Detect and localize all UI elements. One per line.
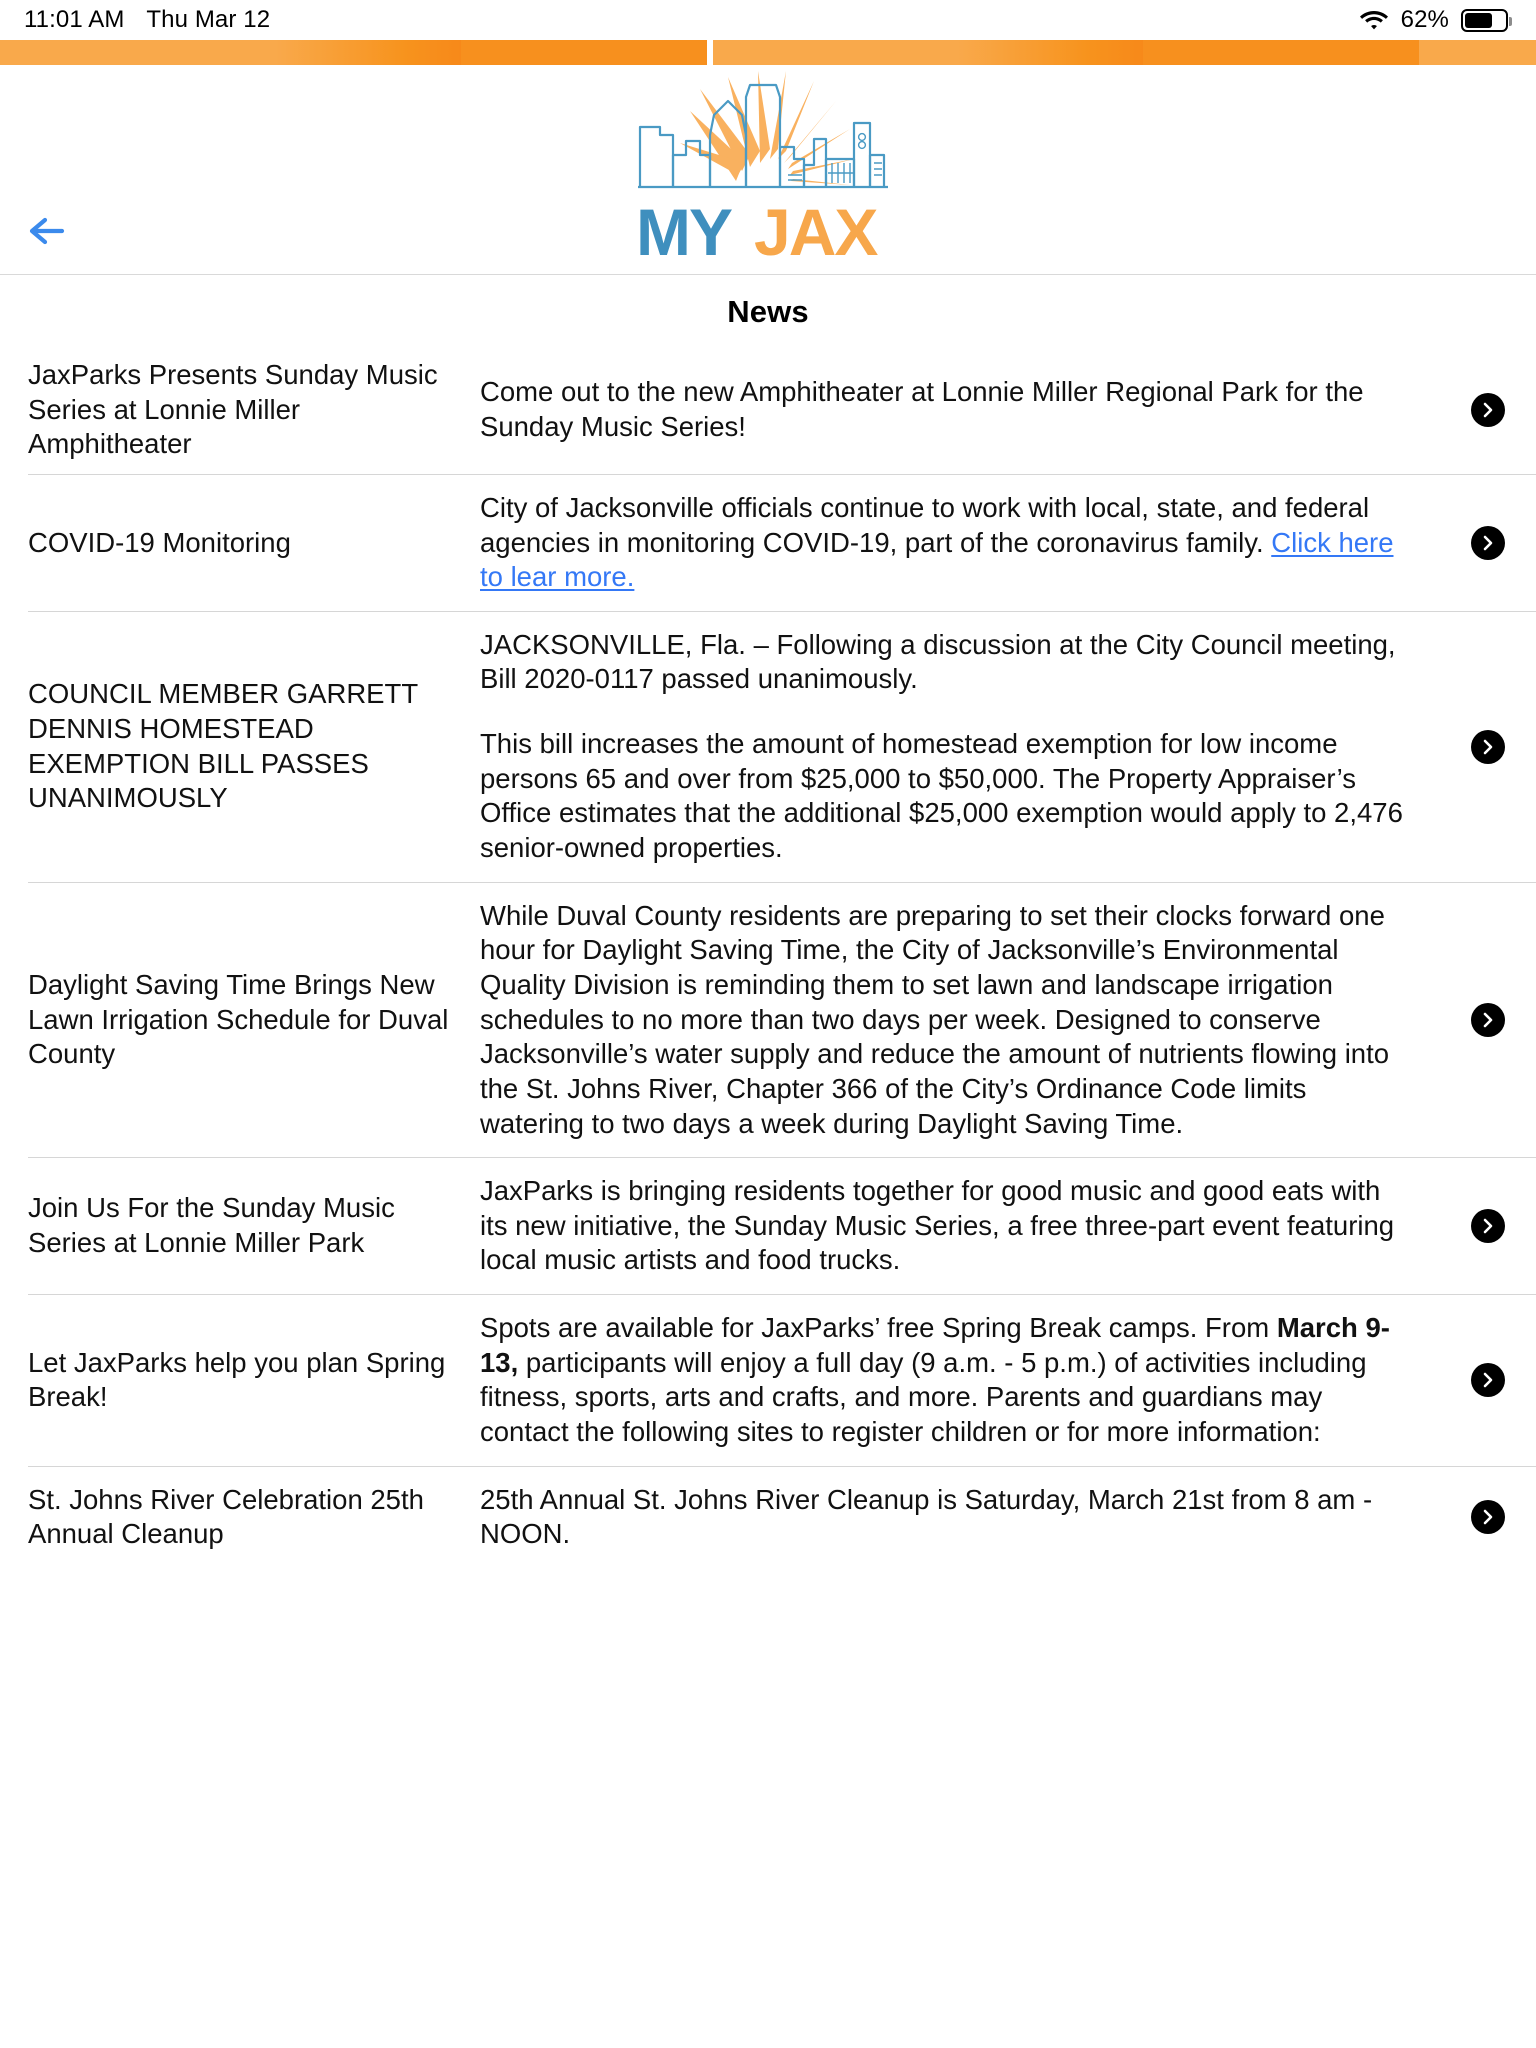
news-summary: JaxParks is bringing residents together … (480, 1158, 1440, 1294)
news-row[interactable]: Join Us For the Sunday Music Series at L… (28, 1157, 1536, 1294)
news-row[interactable]: COVID-19 Monitoring City of Jacksonville… (28, 473, 1536, 611)
news-detail-button[interactable] (1440, 1002, 1536, 1037)
news-paragraph: Spots are available for JaxParks’ free S… (480, 1311, 1404, 1450)
news-paragraph: JACKSONVILLE, Fla. – Following a discuss… (480, 628, 1396, 695)
chevron-right-icon[interactable] (1471, 525, 1505, 560)
news-list: JaxParks Presents Sunday Music Series at… (0, 346, 1536, 1568)
chevron-right-icon[interactable] (1471, 392, 1505, 427)
chevron-right-icon[interactable] (1471, 1002, 1505, 1037)
news-summary: While Duval County residents are prepari… (480, 883, 1440, 1157)
news-row[interactable]: Daylight Saving Time Brings New Lawn Irr… (28, 881, 1536, 1157)
status-time: 11:01 AM (24, 6, 125, 33)
chevron-right-icon[interactable] (1471, 1209, 1505, 1244)
status-date: Thu Mar 12 (146, 6, 271, 33)
news-title: Daylight Saving Time Brings New Lawn Irr… (28, 968, 449, 1070)
battery-icon (1461, 8, 1512, 32)
news-title: COVID-19 Monitoring (28, 526, 291, 558)
news-summary: Spots are available for JaxParks’ free S… (480, 1295, 1440, 1466)
wifi-icon (1359, 9, 1389, 31)
news-title: Let JaxParks help you plan Spring Break! (28, 1346, 446, 1413)
myjax-logo: MY JAX (618, 63, 918, 273)
news-text: City of Jacksonville officials continue … (480, 491, 1370, 558)
news-row[interactable]: COUNCIL MEMBER GARRETT DENNIS HOMESTEAD … (28, 610, 1536, 882)
news-detail-button[interactable] (1440, 1500, 1536, 1535)
chevron-right-icon[interactable] (1471, 729, 1505, 764)
brand-banner (0, 40, 1536, 65)
news-paragraph: City of Jacksonville officials continue … (480, 491, 1404, 595)
news-detail-button[interactable] (1440, 392, 1536, 427)
news-detail-button[interactable] (1440, 1209, 1536, 1244)
news-text: Spots are available for JaxParks’ free S… (480, 1312, 1277, 1344)
battery-percent: 62% (1400, 6, 1449, 33)
news-summary: Come out to the new Amphitheater at Lonn… (480, 359, 1440, 460)
chevron-right-icon[interactable] (1471, 1500, 1505, 1535)
news-paragraph: 25th Annual St. Johns River Cleanup is S… (480, 1483, 1373, 1550)
page-title: News (727, 294, 809, 329)
news-row[interactable]: JaxParks Presents Sunday Music Series at… (28, 346, 1536, 474)
status-bar-left: 11:01 AM Thu Mar 12 (24, 6, 270, 34)
news-title: Join Us For the Sunday Music Series at L… (28, 1192, 395, 1259)
news-row[interactable]: St. Johns River Celebration 25th Annual … (28, 1465, 1536, 1568)
news-summary: 25th Annual St. Johns River Cleanup is S… (480, 1467, 1440, 1568)
news-title: JaxParks Presents Sunday Music Series at… (28, 359, 438, 460)
news-paragraph: While Duval County residents are prepari… (480, 899, 1390, 1139)
news-paragraph: Come out to the new Amphitheater at Lonn… (480, 376, 1364, 442)
news-paragraph: This bill increases the amount of homest… (480, 728, 1403, 864)
back-button[interactable] (22, 213, 74, 253)
logo-text-jax: JAX (754, 195, 878, 263)
app-header: MY JAX (0, 65, 1536, 275)
news-detail-button[interactable] (1440, 729, 1536, 764)
chevron-right-icon[interactable] (1471, 1363, 1505, 1398)
news-detail-button[interactable] (1440, 1363, 1536, 1398)
back-arrow-icon (26, 214, 70, 253)
status-bar-right: 62% (1359, 6, 1512, 34)
news-row[interactable]: Let JaxParks help you plan Spring Break!… (28, 1294, 1536, 1466)
news-summary: JACKSONVILLE, Fla. – Following a discuss… (480, 612, 1440, 882)
news-title: St. Johns River Celebration 25th Annual … (28, 1483, 424, 1550)
news-paragraph: JaxParks is bringing residents together … (480, 1175, 1395, 1276)
news-summary: City of Jacksonville officials continue … (480, 475, 1440, 611)
news-text: participants will enjoy a full day (9 a.… (480, 1346, 1367, 1448)
news-title: COUNCIL MEMBER GARRETT DENNIS HOMESTEAD … (28, 678, 418, 814)
status-bar: 11:01 AM Thu Mar 12 62% (0, 0, 1536, 40)
news-detail-button[interactable] (1440, 525, 1536, 560)
logo-text-my: MY (636, 195, 732, 263)
